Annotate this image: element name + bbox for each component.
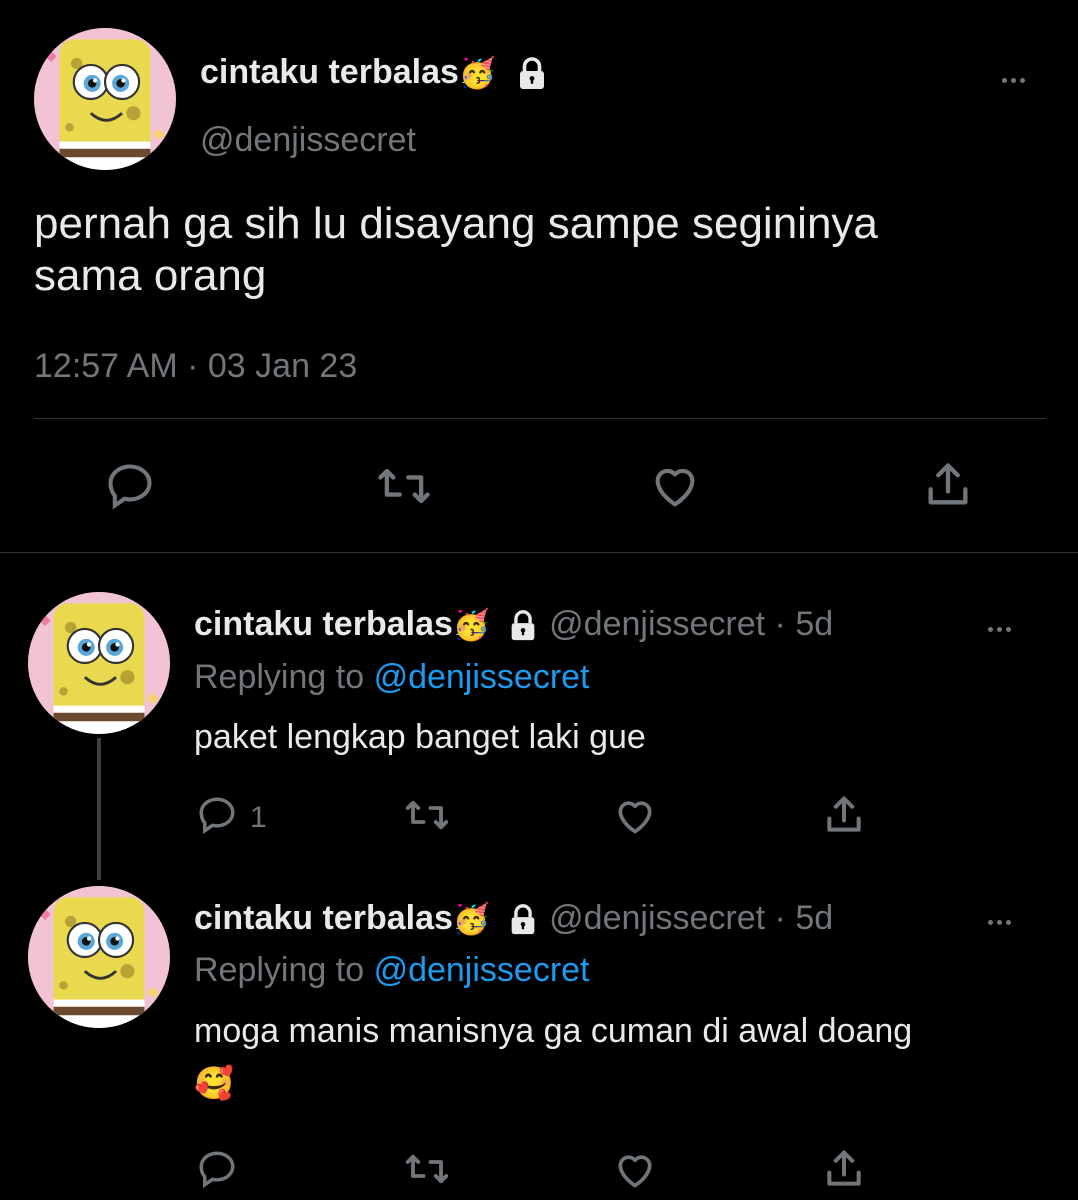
retweet-icon[interactable] [402, 1148, 452, 1190]
heart-icon[interactable] [612, 794, 658, 838]
avatar[interactable] [28, 886, 170, 1028]
reply-count: 1 [250, 801, 267, 834]
replying-to: Replying to @denjissecret [194, 949, 590, 991]
tweet-text-line: sama orang [34, 251, 267, 300]
share-icon[interactable] [922, 458, 974, 512]
tweet-time: 12:57 AM [34, 347, 178, 385]
divider [34, 418, 1046, 419]
replying-handle-link[interactable]: @denjissecret [374, 951, 590, 989]
spongebob-avatar-image [34, 28, 176, 170]
reply-age[interactable]: · 5d [775, 605, 834, 643]
smiling-hearts-emoji: 🥰 [194, 1065, 234, 1101]
reply-header: cintaku terbalas🥳 @denjissecret · 5d [194, 602, 833, 648]
spongebob-avatar-image [28, 592, 170, 734]
thread-line [97, 738, 101, 880]
retweet-icon[interactable] [374, 460, 434, 512]
tweet-date: 03 Jan 23 [207, 347, 358, 385]
display-name[interactable]: cintaku terbalas [194, 605, 453, 643]
tweet-text: pernah ga sih lu disayang sampe segininy… [34, 198, 878, 302]
display-name[interactable]: cintaku terbalas [200, 53, 459, 91]
tweet-text-line: pernah ga sih lu disayang sampe segininy… [34, 199, 878, 248]
share-icon[interactable] [822, 792, 866, 838]
more-icon[interactable] [1000, 70, 1027, 88]
handle[interactable]: @denjissecret [549, 605, 765, 643]
spongebob-avatar-image [28, 886, 170, 1028]
tweet-timestamp[interactable]: 12:57 AM · 03 Jan 23 [34, 346, 357, 386]
replying-prefix: Replying to [194, 951, 365, 989]
heart-icon[interactable] [612, 1148, 658, 1192]
more-icon[interactable] [986, 619, 1013, 637]
avatar[interactable] [28, 592, 170, 734]
share-icon[interactable] [822, 1146, 866, 1192]
handle[interactable]: @denjissecret [549, 899, 765, 937]
reply-header: cintaku terbalas🥳 @denjissecret · 5d [194, 896, 833, 942]
reply-age[interactable]: · 5d [775, 899, 834, 937]
lock-icon [519, 57, 544, 90]
replying-handle-link[interactable]: @denjissecret [374, 658, 590, 696]
reply-icon[interactable] [196, 1148, 238, 1190]
party-face-emoji: 🥳 [452, 903, 491, 937]
replying-to: Replying to @denjissecret [194, 656, 590, 698]
reply-text: paket lengkap banget laki gue [194, 718, 646, 756]
retweet-icon[interactable] [402, 794, 452, 836]
reply-text: moga manis manisnya ga cuman di awal doa… [194, 1012, 913, 1050]
section-divider [0, 552, 1078, 553]
reply-icon[interactable] [196, 794, 238, 836]
display-name[interactable]: cintaku terbalas [194, 899, 453, 937]
party-face-emoji: 🥳 [458, 57, 497, 91]
more-icon[interactable] [986, 912, 1013, 930]
timestamp-separator: · [187, 347, 199, 385]
reply-icon[interactable] [104, 460, 156, 512]
avatar[interactable] [34, 28, 176, 170]
party-face-emoji: 🥳 [452, 609, 491, 643]
heart-icon[interactable] [648, 460, 702, 512]
lock-icon [511, 904, 535, 935]
handle[interactable]: @denjissecret [200, 120, 416, 160]
replying-prefix: Replying to [194, 658, 365, 696]
lock-icon [511, 610, 535, 641]
